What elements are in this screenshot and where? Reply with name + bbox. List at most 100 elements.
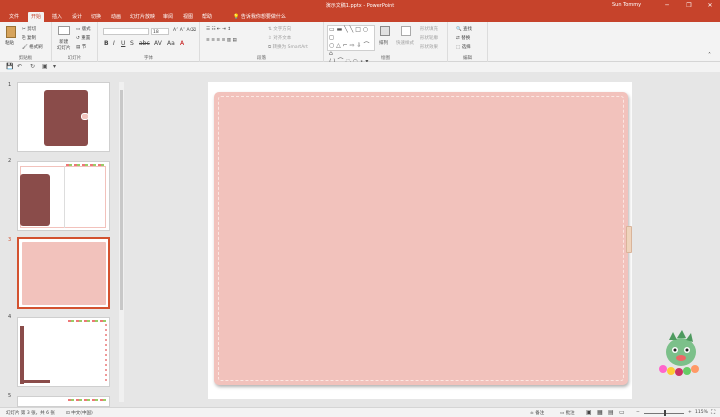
group-editing: 🔍 查找 ⇄ 替换 ⬚ 选择 编辑 <box>448 22 488 62</box>
tab-insert[interactable]: 插入 <box>49 12 65 22</box>
find-button[interactable]: 🔍 查找 <box>456 26 472 32</box>
close-button[interactable]: ✕ <box>705 1 715 10</box>
align-buttons[interactable]: ≡ ≡ ≡ ≡ ▥ ▤ <box>206 38 237 43</box>
font-color-button[interactable]: A <box>180 40 184 47</box>
slide-thumbnail-3[interactable] <box>17 237 110 309</box>
zoom-level[interactable]: 115% <box>695 410 708 415</box>
slide-number-4: 4 <box>8 314 12 320</box>
convert-smartart-button[interactable]: ⧉ 转换为 SmartArt <box>268 44 308 50</box>
select-button[interactable]: ⬚ 选择 <box>456 44 471 50</box>
copy-button[interactable]: ⎘ 复制 <box>22 35 36 41</box>
change-case-button[interactable]: Aa <box>167 40 175 47</box>
maximize-button[interactable]: ❐ <box>684 1 694 10</box>
customize-qat-icon[interactable]: ▾ <box>53 63 56 70</box>
char-spacing-button[interactable]: AV <box>154 40 162 47</box>
tell-me-box[interactable]: 💡 告诉我你想要做什么 <box>233 12 286 22</box>
notes-button[interactable]: ≐ 备注 <box>530 410 544 416</box>
underline-button[interactable]: U <box>121 40 125 47</box>
slide-counter: 幻灯片 第 3 张，共 6 张 <box>6 411 55 416</box>
reading-view-icon[interactable]: ▤ <box>608 409 614 416</box>
new-slide-button[interactable]: 新建 幻灯片 <box>57 39 71 51</box>
format-painter-button[interactable]: 🖌 格式刷 <box>22 44 43 50</box>
slide-sorter-icon[interactable]: ▦ <box>597 409 603 416</box>
text-direction-button[interactable]: ⇅ 文字方向 <box>268 26 291 32</box>
lightbulb-icon: 💡 <box>233 14 240 20</box>
slide-thumbnail-1[interactable] <box>17 82 110 152</box>
zoom-in-button[interactable]: + <box>688 410 692 415</box>
tab-review[interactable]: 审阅 <box>160 12 176 22</box>
slide-thumbnail-4[interactable] <box>17 317 110 387</box>
shape-effects-button[interactable]: 形状效果 <box>420 44 438 50</box>
shape-fill-button[interactable]: 形状填充 <box>420 26 438 32</box>
quick-access-toolbar: 💾 ↶ ↻ ▣ ▾ <box>0 62 720 72</box>
new-slide-icon[interactable] <box>58 26 70 35</box>
italic-button[interactable]: I <box>113 40 115 47</box>
ribbon-tabs: 文件 开始 插入 设计 切换 动画 幻灯片放映 审阅 视图 帮助 <box>0 11 720 22</box>
comments-button[interactable]: ▭ 批注 <box>560 410 575 416</box>
pink-page-graphic <box>22 242 106 305</box>
notebook-clasp-graphic <box>81 113 89 120</box>
shapes-gallery[interactable]: ▭ ▬ ╲ ╲ □ ○ ◻○ △ ⌐ ⇨ ⇩ ⌒ ⌂⟨ ⟩ ⌒ ◌ ◠ ⋆ ▾ <box>327 25 375 65</box>
slide-thumbnail-2[interactable] <box>17 161 110 231</box>
redo-icon[interactable]: ↻ <box>30 63 35 70</box>
zoom-slider-knob[interactable] <box>664 410 666 416</box>
tab-file[interactable]: 文件 <box>6 12 22 22</box>
save-icon[interactable]: 💾 <box>6 63 13 70</box>
scrollbar-thumb[interactable] <box>120 90 123 310</box>
collapse-ribbon-icon[interactable]: ˄ <box>708 52 711 59</box>
paste-icon[interactable] <box>6 26 16 38</box>
slide-thumbnail-5[interactable] <box>17 396 110 407</box>
bookmark-tab[interactable] <box>626 226 632 253</box>
tab-home[interactable]: 开始 <box>28 12 45 22</box>
section-button[interactable]: ▤ 节 <box>76 44 86 50</box>
page-divider-graphic <box>64 166 65 228</box>
slide-number-2: 2 <box>8 158 12 164</box>
fit-to-window-icon[interactable]: ⛶ <box>711 409 715 417</box>
bold-button[interactable]: B <box>104 40 109 47</box>
layout-button[interactable]: ▭ 版式 <box>76 26 91 32</box>
quick-styles-icon[interactable] <box>401 26 411 36</box>
language-indicator[interactable]: ⊡ 中文(中国) <box>66 410 93 416</box>
left-cover-graphic <box>20 174 50 226</box>
tab-animations[interactable]: 动画 <box>108 12 124 22</box>
cut-button[interactable]: ✂ 剪切 <box>22 26 36 32</box>
group-label-drawing: 绘图 <box>381 56 390 61</box>
zoom-out-button[interactable]: − <box>636 410 640 415</box>
tab-transitions[interactable]: 切换 <box>88 12 104 22</box>
tab-view[interactable]: 视图 <box>180 12 196 22</box>
minimize-button[interactable]: ─ <box>662 1 672 10</box>
group-font: 18 A˄ A˅ A⌫ B I U S abc AV Aa A 字体 <box>98 22 200 62</box>
quick-styles-button[interactable]: 快速样式 <box>396 40 414 46</box>
undo-icon[interactable]: ↶ <box>17 63 22 70</box>
user-name[interactable]: Sun Tommy <box>612 2 641 8</box>
reset-button[interactable]: ↺ 重置 <box>76 35 90 41</box>
stitch-border <box>218 96 624 381</box>
tab-design[interactable]: 设计 <box>69 12 85 22</box>
shadow-button[interactable]: S <box>130 40 134 47</box>
pink-notebook-page[interactable] <box>214 92 628 385</box>
group-paragraph: ☰ ☷ ⇤ ⇥ ↕ ≡ ≡ ≡ ≡ ▥ ▤ ⇅ 文字方向 ⇳ 对齐文本 ⧉ 转换… <box>200 22 324 62</box>
thumbnail-scrollbar[interactable] <box>119 82 124 402</box>
align-text-button[interactable]: ⇳ 对齐文本 <box>268 35 291 41</box>
start-from-beginning-icon[interactable]: ▣ <box>42 63 48 70</box>
group-label-font: 字体 <box>144 56 153 61</box>
paste-button[interactable]: 粘贴 <box>5 40 14 46</box>
slideshow-view-icon[interactable]: ▭ <box>619 409 625 416</box>
bottom-edge-graphic <box>20 380 50 383</box>
strikethrough-button[interactable]: abc <box>139 40 150 47</box>
grow-shrink-font-buttons[interactable]: A˄ A˅ A⌫ <box>173 28 196 33</box>
washi-tape-graphic <box>68 320 108 322</box>
arrange-icon[interactable] <box>380 26 390 36</box>
arrange-button[interactable]: 排列 <box>379 40 388 46</box>
title-bar: 演示文稿1.pptx - PowerPoint Sun Tommy ─ ❐ ✕ <box>0 0 720 11</box>
normal-view-icon[interactable]: ▣ <box>586 409 592 416</box>
washi-tape-graphic <box>68 399 108 401</box>
dinosaur-mascot-sticker <box>655 330 705 378</box>
tab-help[interactable]: 帮助 <box>199 12 215 22</box>
font-size-box[interactable]: 18 <box>151 28 169 35</box>
replace-button[interactable]: ⇄ 替换 <box>456 35 470 41</box>
shape-outline-button[interactable]: 形状轮廓 <box>420 35 438 41</box>
tab-slideshow[interactable]: 幻灯片放映 <box>127 12 158 22</box>
font-name-box[interactable] <box>103 28 149 35</box>
list-buttons[interactable]: ☰ ☷ ⇤ ⇥ ↕ <box>206 27 231 32</box>
